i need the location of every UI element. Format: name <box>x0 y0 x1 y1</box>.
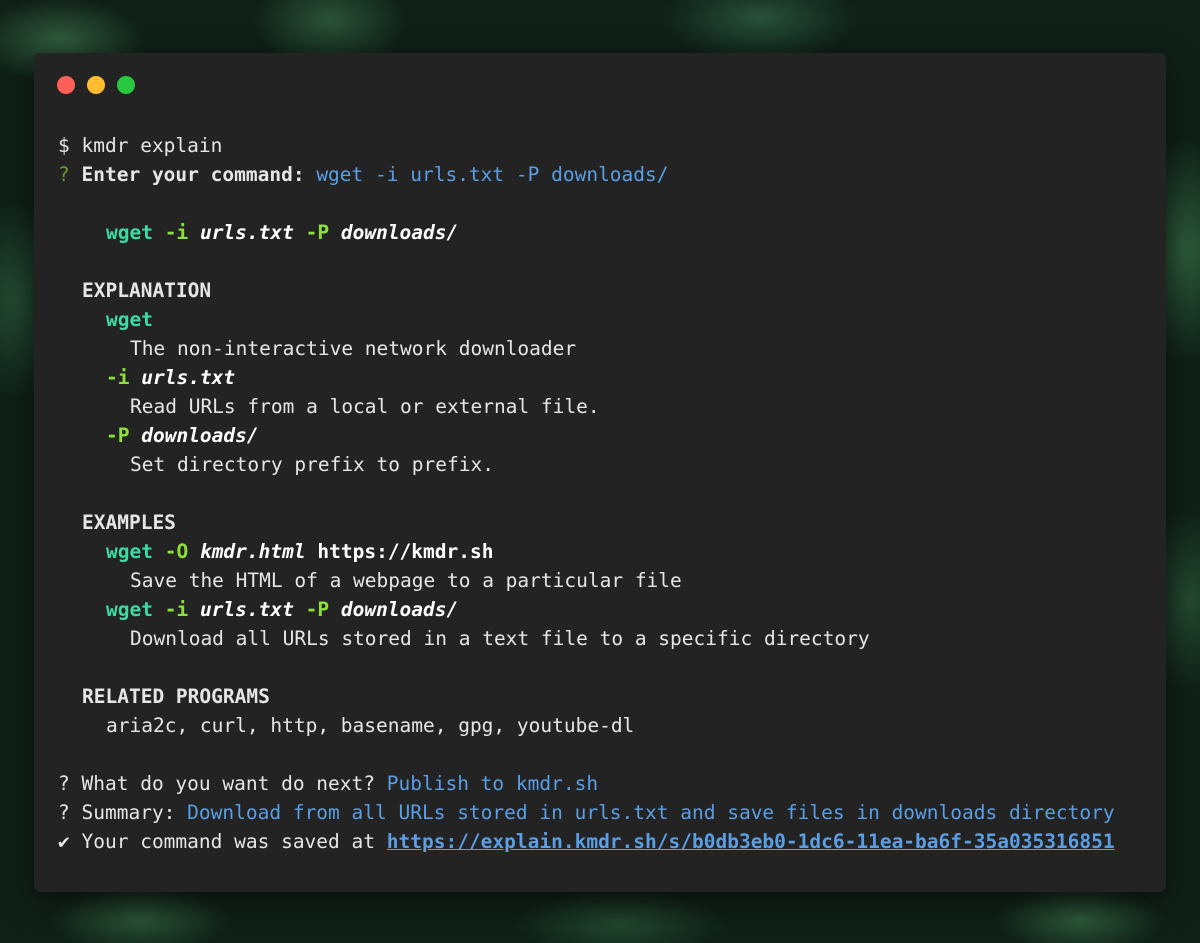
summary-prompt: ? Summary: Download from all URLs stored… <box>58 798 1156 827</box>
question-mark-icon: ? <box>58 163 70 186</box>
explanation-description: The non-interactive network downloader <box>130 337 577 360</box>
related-programs-heading: RELATED PROGRAMS <box>82 685 270 708</box>
next-action-prompt: ? What do you want do next? Publish to k… <box>58 769 1156 798</box>
terminal-window: $ kmdr explain ? Enter your command: wge… <box>34 53 1166 892</box>
example-option: -i <box>164 598 189 621</box>
saved-label: Your command was saved at <box>81 830 376 853</box>
prompt-symbol: $ <box>58 134 70 157</box>
command-line: $ kmdr explain <box>58 131 1156 160</box>
explanation-description: Set directory prefix to prefix. <box>130 453 494 476</box>
next-action-value: Publish to kmdr.sh <box>386 772 599 795</box>
minimize-button[interactable] <box>87 76 105 94</box>
explanation-description: Read URLs from a local or external file. <box>130 395 600 418</box>
example-argument: kmdr.html <box>199 540 306 563</box>
example-program: wget <box>106 540 153 563</box>
example-command: wget -O kmdr.html https://kmdr.sh <box>58 537 1156 566</box>
explanation-program: wget <box>106 308 153 331</box>
entered-command-value: wget -i urls.txt -P downloads/ <box>316 163 669 186</box>
related-programs-list: aria2c, curl, http, basename, gpg, youtu… <box>106 714 635 737</box>
explanation-heading: EXPLANATION <box>82 279 212 302</box>
explanation-item: wget <box>58 305 1156 334</box>
enter-command-prompt: ? Enter your command: wget -i urls.txt -… <box>58 160 1156 189</box>
explanation-item: -P downloads/ <box>58 421 1156 450</box>
checkmark-icon: ✔ <box>58 830 70 853</box>
question-mark-icon: ? <box>58 772 70 795</box>
saved-command-link[interactable]: https://explain.kmdr.sh/s/b0db3eb0-1dc6-… <box>387 830 1115 853</box>
maximize-button[interactable] <box>117 76 135 94</box>
window-controls <box>57 76 135 94</box>
close-button[interactable] <box>57 76 75 94</box>
example-program: wget <box>106 598 153 621</box>
example-argument: urls.txt <box>199 598 294 621</box>
explanation-argument: urls.txt <box>141 366 236 389</box>
examples-heading: EXAMPLES <box>82 511 176 534</box>
syntax-argument: urls.txt <box>199 221 294 244</box>
example-command: wget -i urls.txt -P downloads/ <box>58 595 1156 624</box>
example-option: -P <box>305 598 330 621</box>
saved-message: ✔ Your command was saved at https://expl… <box>58 827 1156 856</box>
summary-value: Download from all URLs stored in urls.tx… <box>187 801 1115 824</box>
syntax-highlighted-command: wget -i urls.txt -P downloads/ <box>58 218 1156 247</box>
syntax-option: -i <box>164 221 189 244</box>
terminal-output: $ kmdr explain ? Enter your command: wge… <box>58 131 1156 856</box>
next-action-label: What do you want do next? <box>81 772 376 795</box>
explanation-argument: downloads/ <box>141 424 259 447</box>
syntax-argument: downloads/ <box>340 221 459 244</box>
summary-label: Summary: <box>81 801 176 824</box>
explanation-item: -i urls.txt <box>58 363 1156 392</box>
example-argument: https://kmdr.sh <box>317 540 494 563</box>
explanation-option: -i <box>106 366 130 389</box>
command-text: kmdr explain <box>81 134 223 157</box>
syntax-option: -P <box>305 221 330 244</box>
example-description: Save the HTML of a webpage to a particul… <box>130 569 682 592</box>
example-argument: downloads/ <box>340 598 459 621</box>
example-option: -O <box>164 540 189 563</box>
enter-command-label: Enter your command: <box>81 163 305 186</box>
example-description: Download all URLs stored in a text file … <box>130 627 870 650</box>
explanation-option: -P <box>106 424 130 447</box>
syntax-program: wget <box>106 221 153 244</box>
question-mark-icon: ? <box>58 801 70 824</box>
